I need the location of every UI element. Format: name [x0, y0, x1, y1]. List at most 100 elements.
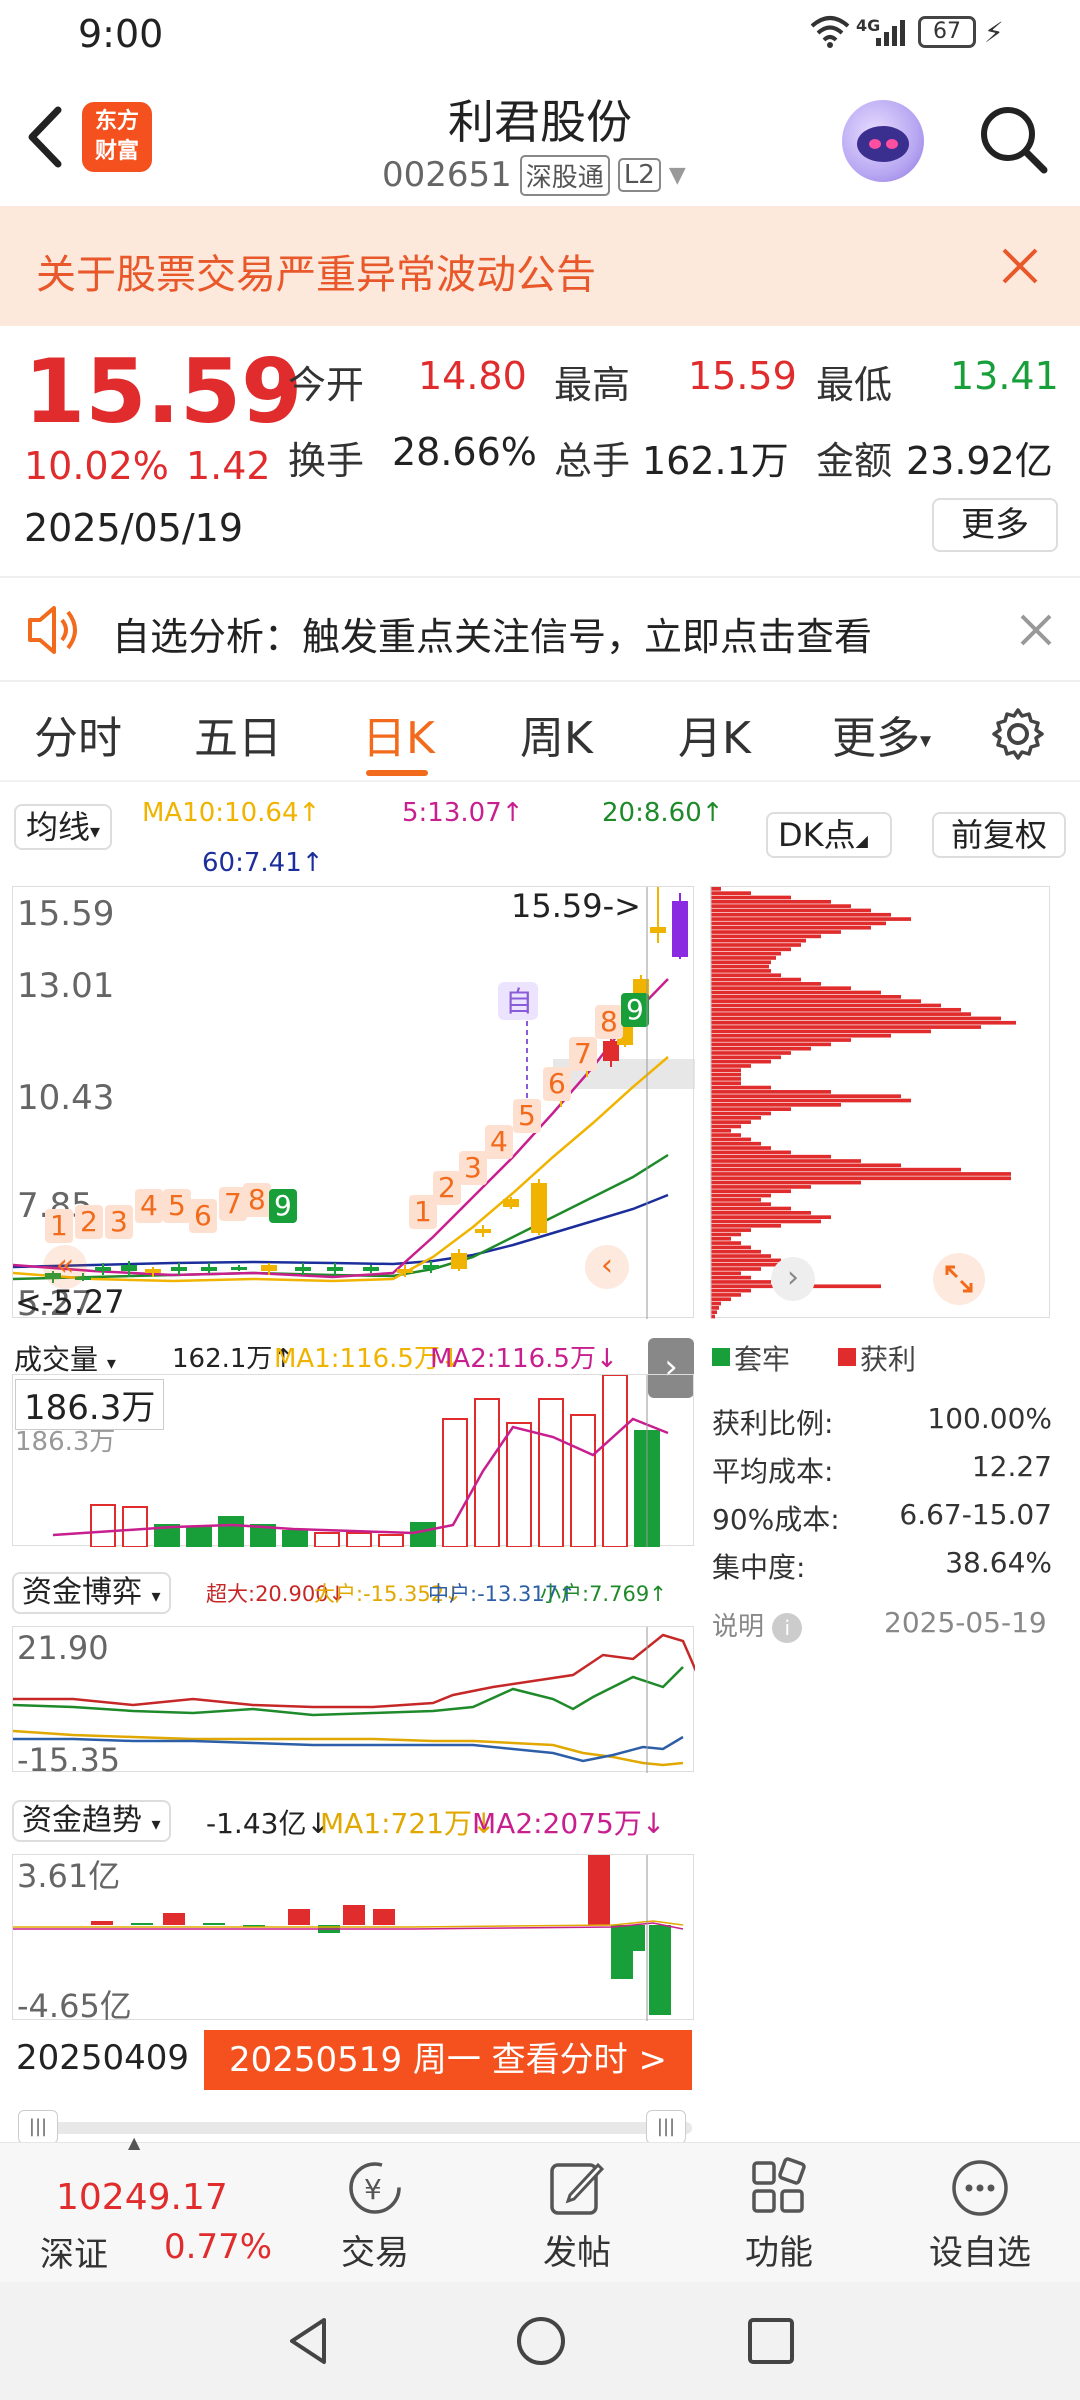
chip-bar [711, 1016, 1001, 1021]
volume-top-label: 186.3万 [15, 1427, 116, 1457]
chip-bar [711, 1310, 717, 1315]
chip-bar [711, 895, 791, 900]
chip-bar [711, 1293, 741, 1297]
chip-note[interactable]: 说明 i [712, 1606, 803, 1643]
chip-bar [711, 1120, 751, 1124]
ma10-legend: MA10:10.64↑ [142, 798, 321, 828]
kline-chart[interactable]: 15.59 13.01 10.43 7.85 5.27 15.59-> <-5.… [12, 886, 695, 1324]
fund-trend-select[interactable]: 资金趋势 ▾ [12, 1800, 171, 1842]
chip-bar [711, 1288, 751, 1293]
scroll-left-icon[interactable]: « [43, 1245, 87, 1289]
nine-turn-label: 5 [168, 1189, 186, 1222]
tab-weekly-k[interactable]: 周K [520, 702, 593, 766]
battery-level: 67 [933, 19, 961, 44]
system-recent-icon[interactable] [744, 2314, 798, 2368]
chip-stat-label: 平均成本: [712, 1455, 834, 1488]
ma-select-arrow-icon: ▾ [90, 819, 101, 843]
more-button[interactable]: 更多 [932, 498, 1058, 552]
chip-bar [711, 969, 771, 973]
chip-bar [711, 934, 821, 939]
chip-bar [711, 1198, 761, 1202]
chip-bar [711, 1215, 831, 1219]
chip-bar [711, 1232, 741, 1237]
adjust-button[interactable]: 前复权 [932, 812, 1066, 858]
notice-banner[interactable]: 关于股票交易严重异常波动公告 [0, 206, 1080, 326]
range-left-handle[interactable]: ||| [18, 2110, 58, 2144]
index-percent[interactable]: 0.77% [164, 2227, 272, 2267]
chip-bar [711, 1254, 771, 1258]
candle-body [451, 1253, 467, 1269]
tab-five-day[interactable]: 五日 [194, 702, 282, 766]
chip-bar [711, 917, 911, 921]
nine-turn-label: 3 [464, 1151, 482, 1184]
tab-more[interactable]: 更多▾ [832, 702, 931, 766]
search-icon[interactable] [976, 102, 1050, 176]
fund-trend-bar [131, 1923, 153, 1925]
fund-trend-arrow-icon: ▾ [151, 1814, 161, 1835]
chip-bar [711, 1111, 771, 1116]
chip-bar [711, 947, 791, 952]
fund-game-chart[interactable]: 21.90 -15.35 [12, 1626, 705, 1779]
chip-bar [711, 999, 921, 1003]
close-icon[interactable] [998, 244, 1042, 288]
chip-bar [711, 1249, 761, 1254]
prev-icon[interactable]: ‹ [585, 1245, 629, 1289]
chip-bar [711, 1094, 901, 1099]
tab-monthly-k[interactable]: 月K [678, 702, 751, 766]
chip-bar [711, 1020, 1016, 1025]
system-back-icon[interactable] [282, 2314, 336, 2368]
nav-trade[interactable]: ¥ 交易 [320, 2155, 430, 2274]
analysis-bar[interactable]: 自选分析：触发重点关注信号，立即点击查看 [0, 576, 1080, 682]
fund-game-select-label: 资金博弈 [22, 1575, 142, 1610]
chip-next-icon[interactable]: › [771, 1257, 815, 1301]
sgt-badge: 深股通 [519, 154, 610, 196]
volume-value: 162.1万 [642, 439, 789, 483]
view-minute-chart-button[interactable]: 20250519 周一 查看分时 > [204, 2030, 692, 2090]
fund-game-select[interactable]: 资金博弈 ▾ [12, 1572, 171, 1614]
index-name[interactable]: 深证 [40, 2227, 108, 2276]
chip-bar [711, 912, 891, 917]
chip-bar [711, 1267, 761, 1271]
nav-function[interactable]: 功能 [724, 2155, 834, 2274]
index-value[interactable]: 10249.17 [56, 2177, 228, 2218]
chip-distribution-chart[interactable]: › [710, 886, 1050, 1319]
chip-bar [711, 960, 771, 965]
settings-gear-icon[interactable] [990, 706, 1046, 762]
nine-turn-label: 1 [50, 1209, 68, 1242]
fund-trend-chart[interactable]: 3.61亿 -4.65亿 [12, 1854, 694, 2025]
chip-bar [711, 1059, 771, 1064]
turnover-label: 换手 [288, 439, 365, 483]
chip-bar [711, 1163, 901, 1168]
analysis-close-icon[interactable] [1016, 610, 1056, 650]
nine-turn-label: 3 [110, 1205, 128, 1238]
candle-body [650, 927, 666, 933]
dk-button[interactable]: DK点◢ [766, 812, 892, 858]
volume-select[interactable]: 成交量 ▾ [14, 1338, 116, 1378]
nav-post[interactable]: 发帖 [522, 2155, 632, 2274]
chip-stat-label: 90%成本: [712, 1503, 840, 1536]
stock-code-row[interactable]: 002651 深股通 L2 ▼ [382, 152, 686, 198]
back-icon[interactable] [20, 102, 70, 172]
range-right-handle[interactable]: ||| [646, 2110, 686, 2144]
nav-add-watchlist[interactable]: 设自选 [920, 2155, 1040, 2274]
tab-daily-k[interactable]: 日K [362, 702, 435, 766]
tab-more-label: 更多 [832, 713, 920, 764]
chip-bar [711, 1012, 971, 1016]
chip-bar [711, 1185, 811, 1189]
chip-stat-value: 38.64% [945, 1546, 1052, 1579]
chip-bar [711, 921, 886, 926]
eastmoney-logo[interactable]: 东方 财富 [82, 102, 152, 172]
candle-body [201, 1267, 217, 1271]
info-icon: i [772, 1613, 803, 1643]
nine-turn-label: 2 [438, 1171, 456, 1204]
chip-bar [711, 1115, 761, 1120]
volume-chart[interactable]: 186.3万 186.3万 [12, 1374, 694, 1548]
nine-turn-label: 9 [274, 1189, 292, 1222]
system-home-icon[interactable] [514, 2314, 568, 2368]
robot-avatar-icon[interactable] [842, 100, 924, 182]
ma-select[interactable]: 均线▾ [14, 804, 113, 850]
expand-icon[interactable] [933, 1253, 985, 1305]
tab-minute[interactable]: 分时 [34, 702, 122, 766]
chip-bar [711, 1176, 1011, 1181]
range-scrollbar[interactable] [18, 2122, 692, 2134]
